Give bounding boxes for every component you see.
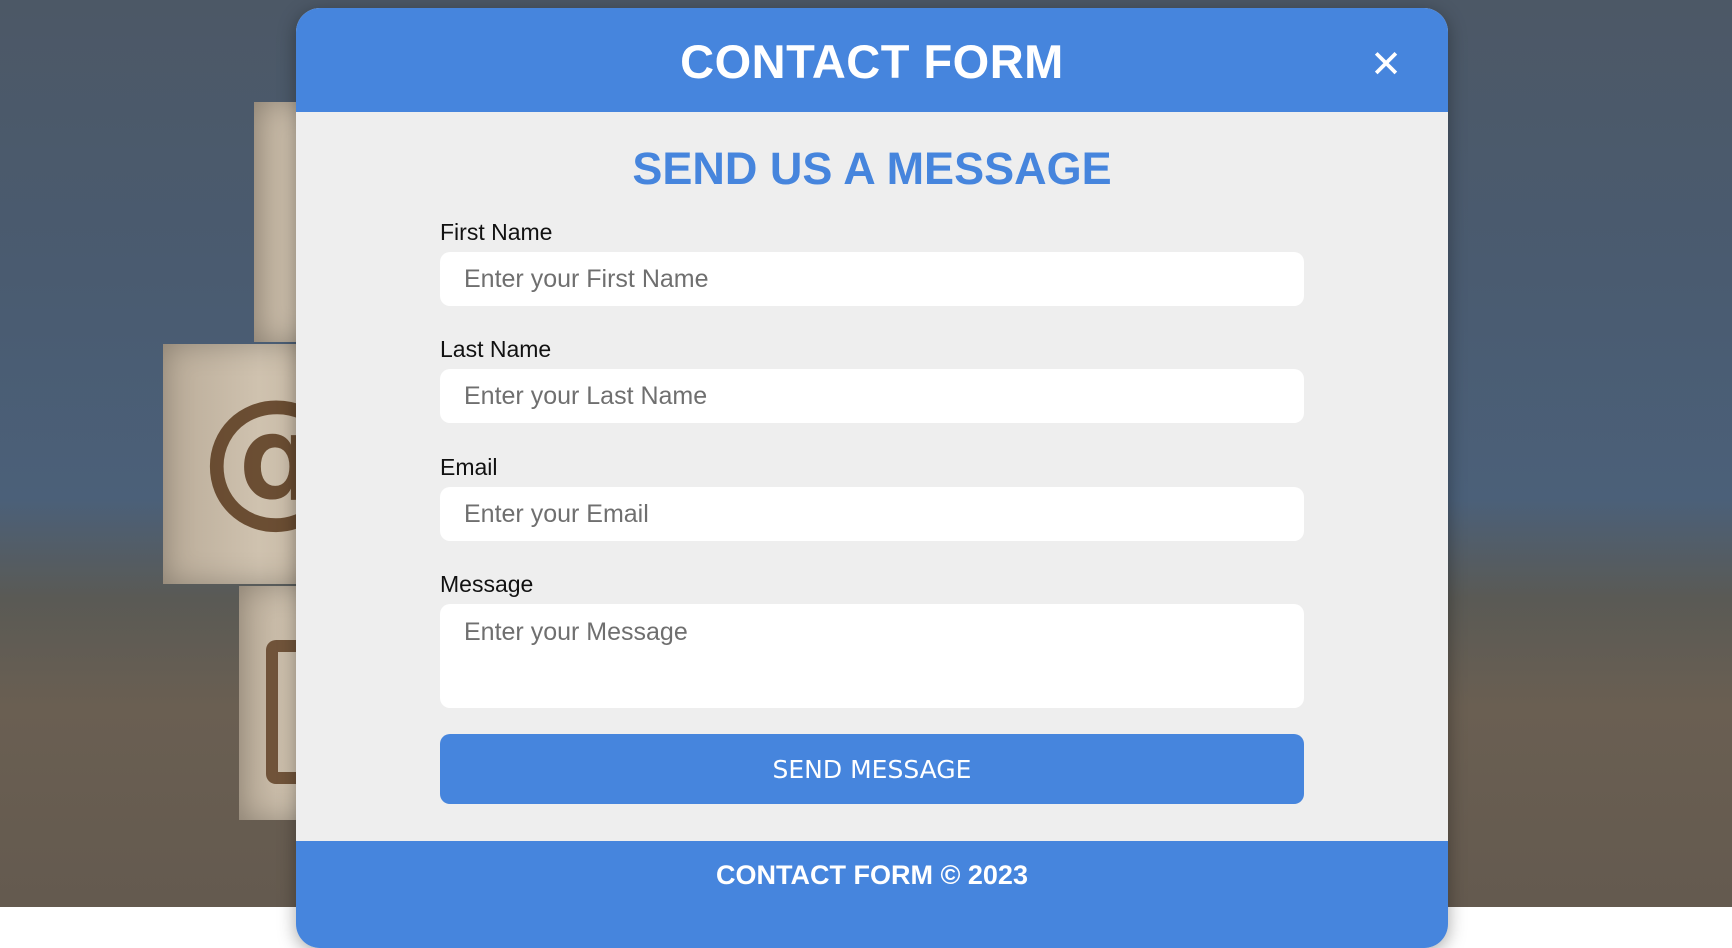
footer-text: CONTACT FORM © 2023: [716, 860, 1028, 890]
email-label: Email: [440, 454, 498, 480]
message-textarea[interactable]: [440, 604, 1304, 708]
last-name-label: Last Name: [440, 336, 552, 362]
send-message-button[interactable]: SEND MESSAGE: [440, 734, 1304, 804]
close-icon[interactable]: ✕: [1366, 44, 1406, 84]
form-heading: SEND US A MESSAGE: [632, 143, 1112, 194]
modal-header: CONTACT FORM ✕: [296, 8, 1448, 112]
first-name-label: First Name: [440, 219, 553, 245]
message-label: Message: [440, 571, 534, 597]
modal-footer: CONTACT FORM © 2023: [296, 841, 1448, 948]
contact-modal: CONTACT FORM ✕ SEND US A MESSAGE First N…: [296, 8, 1448, 948]
last-name-input[interactable]: [440, 369, 1304, 423]
email-input[interactable]: [440, 487, 1304, 541]
first-name-input[interactable]: [440, 252, 1304, 306]
modal-title: CONTACT FORM: [680, 35, 1064, 88]
